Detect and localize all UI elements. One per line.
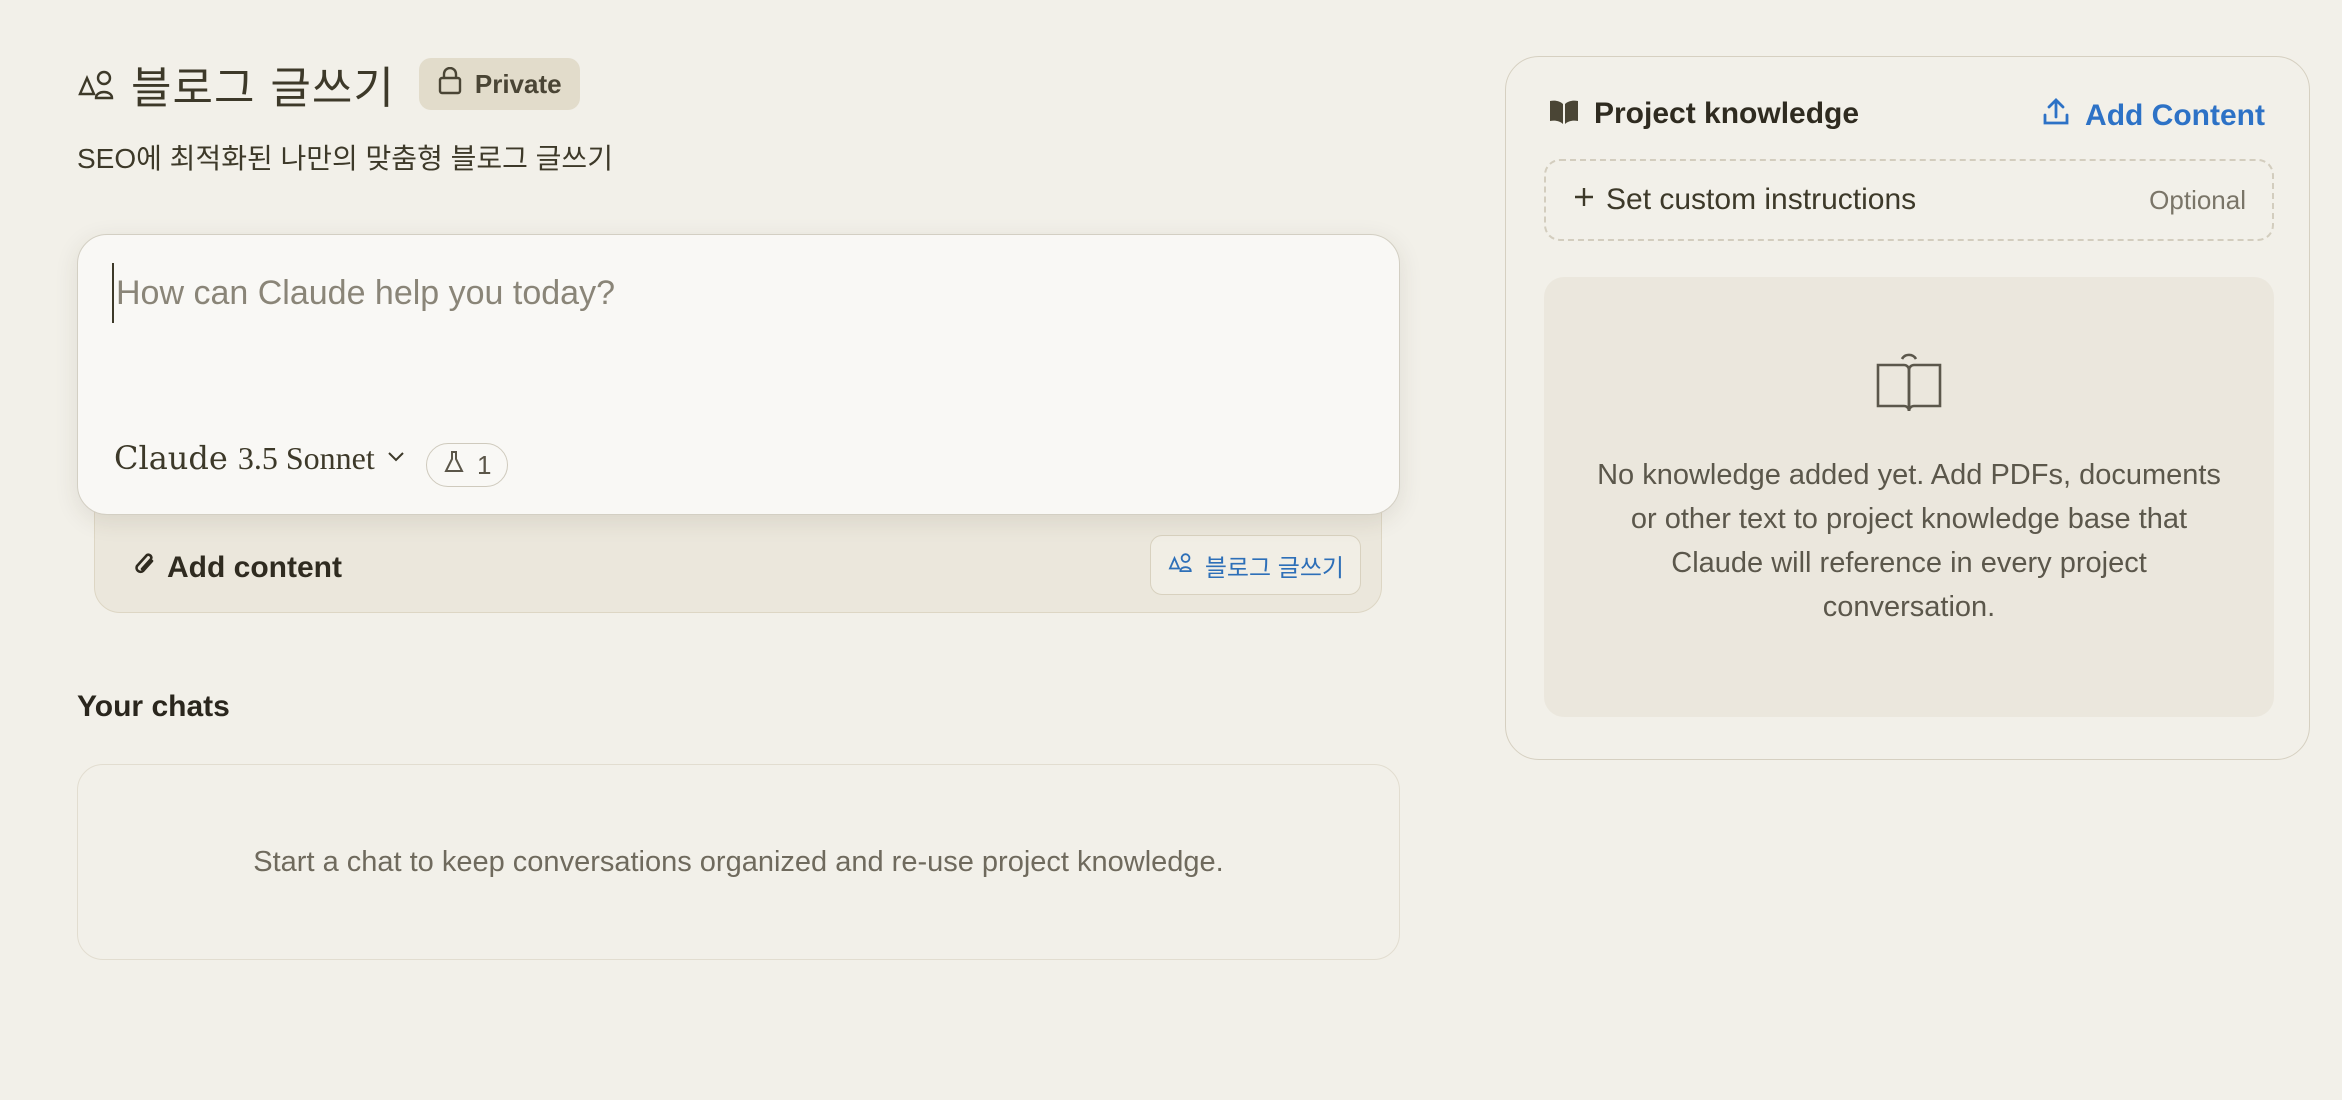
visibility-badge[interactable]: Private [418, 58, 580, 110]
add-knowledge-button[interactable]: Add Content [2041, 97, 2265, 135]
model-selector[interactable]: Claude 3.5 Sonnet [114, 439, 407, 477]
chats-heading: Your chats [77, 690, 230, 723]
open-book-outline-icon [1874, 349, 1944, 420]
visibility-label: Private [474, 68, 562, 99]
model-brand: Claude [114, 439, 228, 477]
chevron-down-icon [385, 449, 407, 468]
upload-icon [2041, 97, 2071, 135]
add-knowledge-label: Add Content [2085, 99, 2265, 132]
knowledge-empty-state: No knowledge added yet. Add PDFs, docume… [1544, 277, 2274, 717]
knowledge-empty-message: No knowledge added yet. Add PDFs, docume… [1597, 459, 2221, 623]
instructions-label: Set custom instructions [1606, 183, 1917, 216]
add-content-label: Add content [167, 551, 342, 584]
message-composer: Claude 3.5 Sonnet 1 [77, 234, 1400, 515]
project-page: 블로그 글쓰기 Private SEO에 최적화된 나만의 맞춤형 블로그 글쓰… [0, 0, 2342, 1100]
paperclip-icon [133, 549, 159, 587]
open-book-icon [1548, 98, 1580, 131]
chats-empty-message: Start a chat to keep conversations organ… [253, 845, 1224, 878]
project-chip[interactable]: 블로그 글쓰기 [1149, 535, 1361, 595]
chats-empty-state: Start a chat to keep conversations organ… [77, 764, 1400, 960]
flask-icon [443, 450, 465, 481]
knowledge-header: Project knowledge [1548, 97, 1859, 131]
project-chip-label: 블로그 글쓰기 [1204, 554, 1344, 582]
project-people-icon [1167, 549, 1195, 582]
feature-preview-badge[interactable]: 1 [426, 443, 509, 487]
project-people-icon [77, 64, 117, 104]
plus-icon [1572, 183, 1596, 217]
custom-instructions-button[interactable]: Set custom instructions Optional [1544, 159, 2274, 241]
add-content-button[interactable]: Add content [133, 549, 342, 587]
knowledge-title: Project knowledge [1594, 97, 1860, 130]
model-name: 3.5 Sonnet [237, 439, 375, 476]
message-input[interactable] [112, 263, 1362, 323]
project-description: SEO에 최적화된 나만의 맞춤형 블로그 글쓰기 [77, 143, 613, 174]
lock-icon [437, 66, 463, 102]
project-header: 블로그 글쓰기 Private [77, 52, 580, 116]
instructions-optional-hint: Optional [2149, 184, 2246, 215]
project-knowledge-panel: Project knowledge Add Content Set custom… [1505, 56, 2310, 760]
feature-count: 1 [477, 449, 492, 480]
project-title: 블로그 글쓰기 [131, 63, 395, 114]
